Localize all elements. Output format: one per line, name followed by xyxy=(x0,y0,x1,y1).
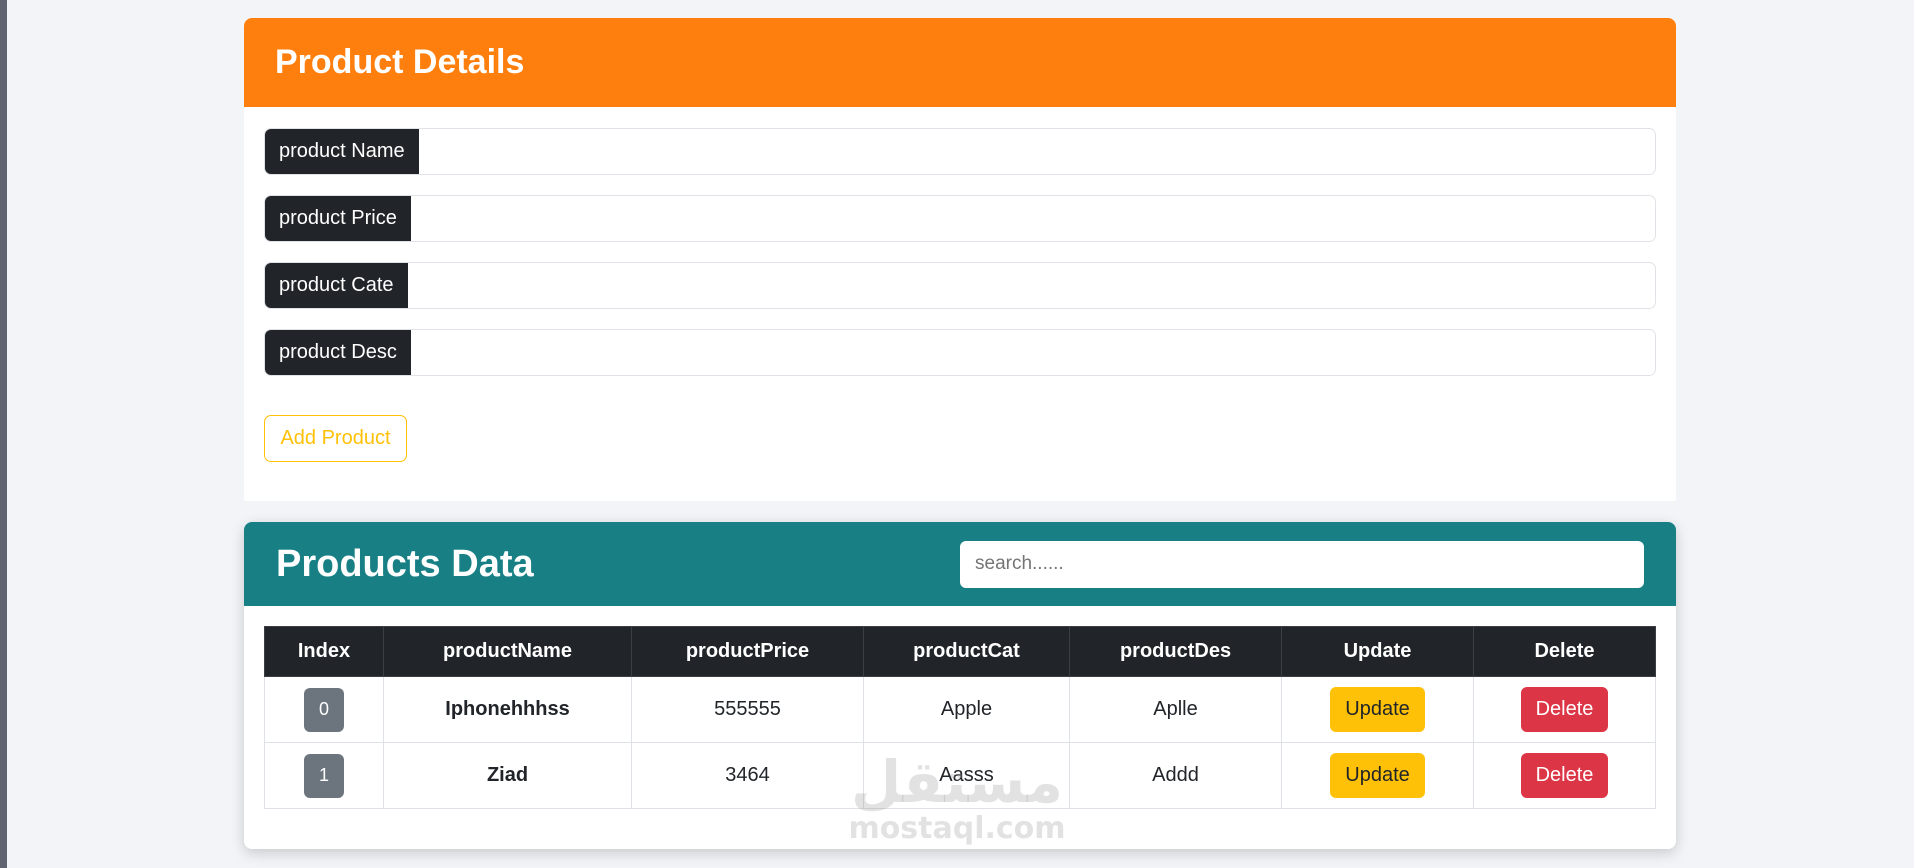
table-row: 1 Ziad 3464 Aasss Addd Update Delete xyxy=(264,742,1656,809)
search-input[interactable] xyxy=(960,540,1644,588)
delete-button[interactable]: Delete xyxy=(1520,687,1609,732)
product-details-title: Product Details xyxy=(275,43,525,81)
products-data-title: Products Data xyxy=(276,542,534,585)
product-des-cell: Aplle xyxy=(1069,676,1282,743)
product-price-cell: 555555 xyxy=(631,676,864,743)
product-category-input[interactable] xyxy=(407,263,1655,308)
index-badge: 0 xyxy=(304,687,344,732)
product-price-label: product Price xyxy=(265,196,411,241)
product-name-label: product Name xyxy=(265,129,419,174)
product-price-cell: 3464 xyxy=(631,742,864,809)
update-button[interactable]: Update xyxy=(1330,753,1425,798)
column-header-product-price: productPrice xyxy=(631,626,864,677)
column-header-product-name: productName xyxy=(383,626,632,677)
index-cell: 0 xyxy=(264,676,384,743)
product-name-group: product Name xyxy=(264,128,1656,175)
product-category-group: product Cate xyxy=(264,262,1656,309)
delete-button[interactable]: Delete xyxy=(1520,753,1609,798)
update-cell: Update xyxy=(1281,676,1474,743)
product-des-cell: Addd xyxy=(1069,742,1282,809)
product-price-group: product Price xyxy=(264,195,1656,242)
update-button[interactable]: Update xyxy=(1330,687,1425,732)
product-description-input[interactable] xyxy=(410,330,1655,375)
column-header-index: Index xyxy=(264,626,384,677)
product-description-group: product Desc xyxy=(264,329,1656,376)
column-header-product-des: productDes xyxy=(1069,626,1282,677)
product-name-cell: Ziad xyxy=(383,742,632,809)
column-header-product-cat: productCat xyxy=(863,626,1070,677)
product-details-header: Product Details xyxy=(244,18,1676,107)
product-name-input[interactable] xyxy=(418,129,1655,174)
products-data-card: Products Data Index productName productP… xyxy=(244,522,1676,849)
product-details-card: Product Details product Name product Pri… xyxy=(244,18,1676,501)
table-header-row: Index productName productPrice productCa… xyxy=(264,626,1656,677)
column-header-delete: Delete xyxy=(1473,626,1656,677)
index-cell: 1 xyxy=(264,742,384,809)
window-left-edge xyxy=(0,0,7,868)
delete-cell: Delete xyxy=(1473,676,1656,743)
page-container: Product Details product Name product Pri… xyxy=(244,18,1676,849)
products-table-wrapper: Index productName productPrice productCa… xyxy=(244,606,1676,849)
index-badge: 1 xyxy=(304,753,344,798)
delete-cell: Delete xyxy=(1473,742,1656,809)
products-table: Index productName productPrice productCa… xyxy=(264,626,1656,809)
product-cat-cell: Aasss xyxy=(863,742,1070,809)
product-form: product Name product Price product Cate … xyxy=(244,107,1676,501)
product-description-label: product Desc xyxy=(265,330,411,375)
product-category-label: product Cate xyxy=(265,263,408,308)
update-cell: Update xyxy=(1281,742,1474,809)
add-product-button[interactable]: Add Product xyxy=(264,415,407,462)
product-cat-cell: Apple xyxy=(863,676,1070,743)
product-name-cell: Iphonehhhss xyxy=(383,676,632,743)
table-row: 0 Iphonehhhss 555555 Apple Aplle Update … xyxy=(264,676,1656,743)
column-header-update: Update xyxy=(1281,626,1474,677)
products-data-header: Products Data xyxy=(244,522,1676,606)
product-price-input[interactable] xyxy=(410,196,1655,241)
